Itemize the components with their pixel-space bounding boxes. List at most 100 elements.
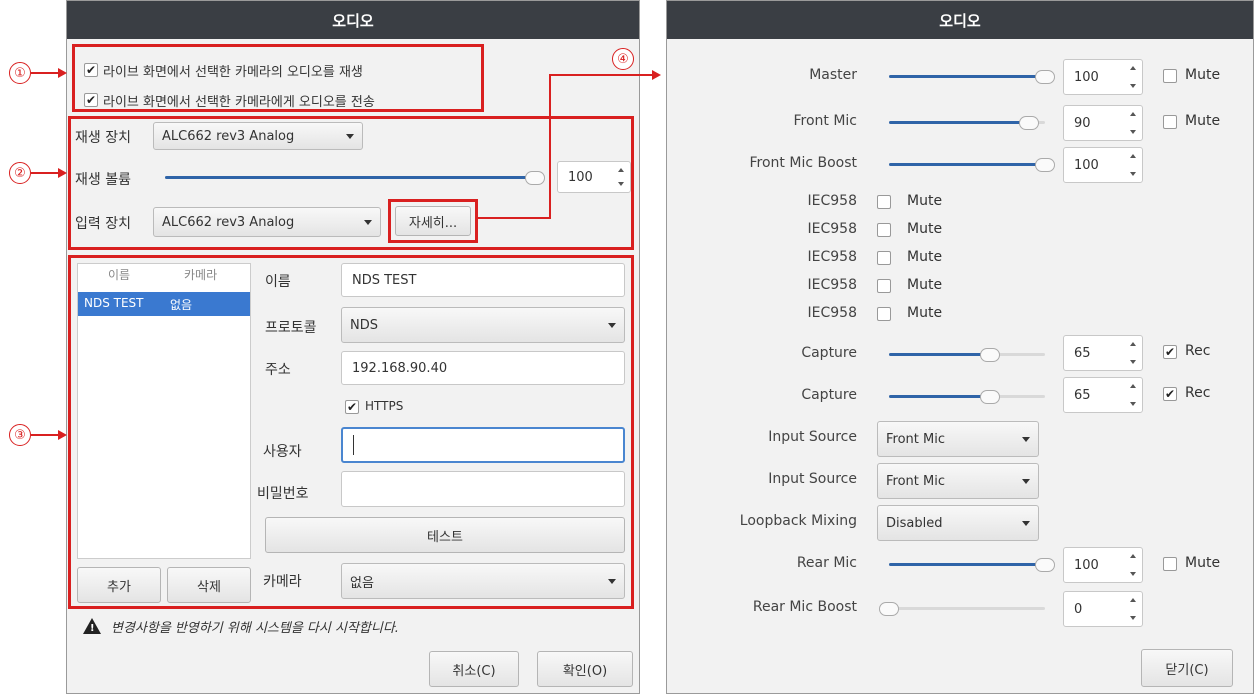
capture-slider[interactable] xyxy=(889,348,1045,362)
front-mic-value: 90 xyxy=(1074,115,1091,131)
spin-down-icon[interactable] xyxy=(1130,172,1136,176)
spin-up-icon[interactable] xyxy=(1130,66,1136,70)
connector-line xyxy=(549,74,551,219)
rear-mic-spinbox[interactable]: 100 xyxy=(1063,547,1143,583)
front-mic-slider[interactable] xyxy=(889,116,1045,130)
front-mic-spinbox[interactable]: 90 xyxy=(1063,105,1143,141)
spin-up-icon[interactable] xyxy=(1130,598,1136,602)
rear-mic-boost-spinbox[interactable]: 0 xyxy=(1063,591,1143,627)
iec958-mute-label: Mute xyxy=(907,277,943,293)
input-source-value: Front Mic xyxy=(886,431,945,447)
warning-icon-mark: ! xyxy=(90,623,95,634)
rear-mic-boost-label: Rear Mic Boost xyxy=(752,599,857,615)
spin-up-icon[interactable] xyxy=(1130,384,1136,388)
capture-spinbox[interactable]: 65 xyxy=(1063,377,1143,413)
iec958-mute-checkbox[interactable] xyxy=(877,307,891,321)
chevron-down-icon xyxy=(1022,479,1030,484)
capture-spinbox[interactable]: 65 xyxy=(1063,335,1143,371)
spin-up-icon[interactable] xyxy=(1130,154,1136,158)
arrowhead-icon xyxy=(58,430,67,440)
front-mic-boost-slider[interactable] xyxy=(889,158,1055,172)
iec958-mute-checkbox[interactable] xyxy=(877,251,891,265)
spin-down-icon[interactable] xyxy=(1130,402,1136,406)
cancel-button[interactable]: 취소(C) xyxy=(429,651,519,687)
slider-fill xyxy=(889,353,991,356)
iec958-mute-label: Mute xyxy=(907,305,943,321)
iec958-mute-label: Mute xyxy=(907,221,943,237)
iec958-label: IEC958 xyxy=(807,249,857,265)
capture-rec-checkbox[interactable]: ✔ xyxy=(1163,387,1177,401)
iec958-mute-checkbox[interactable] xyxy=(877,279,891,293)
ok-button[interactable]: 확인(O) xyxy=(537,651,633,687)
master-spinbox[interactable]: 100 xyxy=(1063,59,1143,95)
slider-handle[interactable] xyxy=(1035,158,1055,172)
capture-rec-checkbox[interactable]: ✔ xyxy=(1163,345,1177,359)
front-mic-boost-value: 100 xyxy=(1074,157,1099,173)
slider-handle[interactable] xyxy=(1035,70,1055,84)
rear-mic-slider[interactable] xyxy=(889,558,1055,572)
spin-down-icon[interactable] xyxy=(1130,130,1136,134)
capture-slider[interactable] xyxy=(889,390,1045,404)
audio-settings-dialog: 오디오 ✔ 라이브 화면에서 선택한 카메라의 오디오를 재생 ✔ 라이브 화면… xyxy=(66,0,640,694)
iec958-label: IEC958 xyxy=(807,221,857,237)
spin-down-icon[interactable] xyxy=(1130,84,1136,88)
iec958-mute-label: Mute xyxy=(907,193,943,209)
front-mic-mute-checkbox[interactable] xyxy=(1163,115,1177,129)
master-slider[interactable] xyxy=(889,70,1055,84)
capture-label: Capture xyxy=(801,345,857,361)
connector-line xyxy=(476,217,550,219)
callout-4: ④ xyxy=(612,48,634,70)
front-mic-mute-label: Mute xyxy=(1185,113,1221,129)
iec958-mute-checkbox[interactable] xyxy=(877,195,891,209)
rear-mic-mute-label: Mute xyxy=(1185,555,1221,571)
callout-arrow-1 xyxy=(31,72,59,74)
capture-rec-label: Rec xyxy=(1185,343,1211,359)
slider-handle[interactable] xyxy=(1035,558,1055,572)
arrowhead-icon xyxy=(58,168,67,178)
input-source-select[interactable]: Front Mic xyxy=(877,463,1039,499)
front-mic-boost-label: Front Mic Boost xyxy=(749,155,858,171)
rear-mic-boost-value: 0 xyxy=(1074,601,1083,617)
arrowhead-icon xyxy=(652,70,661,80)
audio-mixer-dialog: 오디오 Master 100 Mute Front Mic 90 Mute Fr… xyxy=(666,0,1254,694)
slider-handle[interactable] xyxy=(1019,116,1040,130)
dialog-title: 오디오 xyxy=(67,1,639,39)
callout-arrow-2 xyxy=(31,172,59,174)
slider-fill xyxy=(889,563,1045,566)
callout-1: ① xyxy=(9,62,31,84)
arrowhead-icon xyxy=(58,68,67,78)
mixer-title: 오디오 xyxy=(667,1,1253,39)
slider-handle[interactable] xyxy=(980,348,1001,362)
master-mute-label: Mute xyxy=(1185,67,1221,83)
spin-down-icon[interactable] xyxy=(1130,360,1136,364)
chevron-down-icon xyxy=(1022,521,1030,526)
front-mic-label: Front Mic xyxy=(793,113,857,129)
rear-mic-label: Rear Mic xyxy=(796,555,857,571)
iec958-mute-label: Mute xyxy=(907,249,943,265)
input-source-select[interactable]: Front Mic xyxy=(877,421,1039,457)
rear-mic-value: 100 xyxy=(1074,557,1099,573)
input-source-value: Front Mic xyxy=(886,473,945,489)
highlight-box-3 xyxy=(68,255,634,609)
slider-handle[interactable] xyxy=(879,602,899,616)
master-mute-checkbox[interactable] xyxy=(1163,69,1177,83)
slider-handle[interactable] xyxy=(980,390,1001,404)
spin-up-icon[interactable] xyxy=(1130,342,1136,346)
loopback-mixing-select[interactable]: Disabled xyxy=(877,505,1039,541)
front-mic-boost-spinbox[interactable]: 100 xyxy=(1063,147,1143,183)
callout-2: ② xyxy=(9,162,31,184)
loopback-mixing-label: Loopback Mixing xyxy=(739,513,857,529)
spin-up-icon[interactable] xyxy=(1130,554,1136,558)
chevron-down-icon xyxy=(1022,437,1030,442)
slider-fill xyxy=(889,75,1045,78)
rear-mic-mute-checkbox[interactable] xyxy=(1163,557,1177,571)
spin-up-icon[interactable] xyxy=(1130,112,1136,116)
spin-down-icon[interactable] xyxy=(1130,572,1136,576)
capture-value: 65 xyxy=(1074,345,1091,361)
close-button[interactable]: 닫기(C) xyxy=(1141,649,1233,687)
iec958-mute-checkbox[interactable] xyxy=(877,223,891,237)
spin-down-icon[interactable] xyxy=(1130,616,1136,620)
rear-mic-boost-slider[interactable] xyxy=(879,602,1045,616)
highlight-box-details xyxy=(388,199,478,243)
connector-line xyxy=(549,74,653,76)
